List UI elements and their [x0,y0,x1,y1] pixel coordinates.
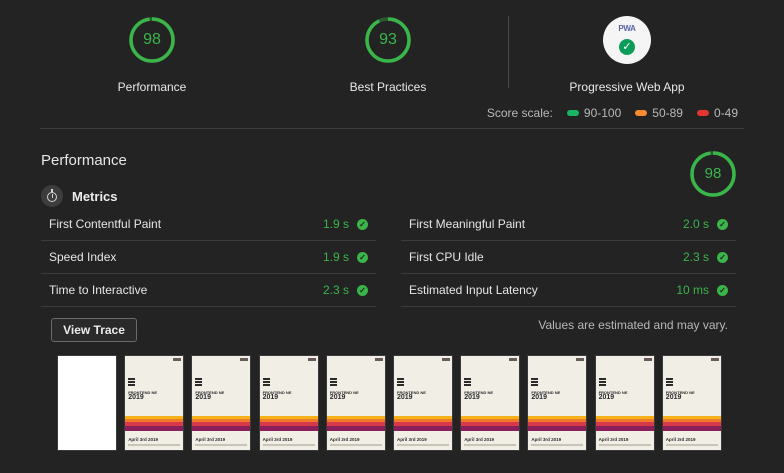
frame-year: 2019 [464,394,480,401]
metric-name: First CPU Idle [409,250,484,264]
metric-row: First Contentful Paint 1.9 s ✓ [41,208,376,241]
frame-date: April 3rd 2019 [397,437,427,442]
frame-date: April 3rd 2019 [128,437,158,442]
category-pwa[interactable]: PWA ✓ Progressive Web App [547,16,707,94]
view-trace-button[interactable]: View Trace [51,318,137,342]
category-divider [508,16,509,88]
score-scale-average: 50-89 [635,106,683,120]
metric-row: Speed Index 1.9 s ✓ [41,241,376,274]
frame-year: 2019 [128,394,144,401]
filmstrip-frame [57,355,117,451]
pwa-label: Progressive Web App [569,80,685,94]
event-logo-icon [195,378,203,387]
section-divider [40,128,744,129]
category-best-practices[interactable]: 93 Best Practices [308,16,468,94]
best-practices-label: Best Practices [349,80,427,94]
check-icon: ✓ [619,39,635,55]
section-score-gauge: 98 [689,150,737,198]
filmstrip-frame: FRONTEND NE 2019 April 3rd 2019 [191,355,252,451]
pwa-badge-icon: PWA ✓ [603,16,651,64]
pass-check-icon: ✓ [717,218,728,230]
average-dot-icon [635,110,648,116]
metric-name: Speed Index [49,250,117,264]
frame-year: 2019 [531,394,547,401]
score-scale-fail-label: 0-49 [713,106,738,120]
performance-label: Performance [117,80,187,94]
metric-value: 10 ms [676,283,709,297]
metric-value: 1.9 s [322,250,349,264]
metric-name: Time to Interactive [49,283,148,297]
event-logo-icon [665,378,673,387]
best-practices-score: 93 [379,31,397,48]
filmstrip-frame: FRONTEND NE 2019 April 3rd 2019 [393,355,453,451]
event-logo-icon [128,378,136,387]
metric-name: First Meaningful Paint [409,217,526,231]
filmstrip-frame: FRONTEND NE 2019 April 3rd 2019 [460,355,521,451]
frame-date: April 3rd 2019 [598,437,629,442]
metric-name: First Contentful Paint [49,217,162,231]
metric-row: Time to Interactive 2.3 s ✓ [41,274,376,307]
estimate-note: Values are estimated and may vary. [538,318,728,332]
metric-value: 2.0 s [682,217,709,231]
frame-year: 2019 [262,394,279,401]
filmstrip-frame: FRONTEND NE 2019 April 3rd 2019 [527,355,588,451]
pass-check-icon: ✓ [357,251,368,263]
filmstrip-frame: FRONTEND NE 2019 April 3rd 2019 [594,355,655,451]
frame-date: April 3rd 2019 [665,437,696,442]
event-logo-icon [262,378,270,387]
frame-date: April 3rd 2019 [329,437,360,442]
event-logo-icon [329,378,337,387]
frame-year: 2019 [598,394,615,401]
section-score: 98 [704,165,722,182]
score-scale-pass: 90-100 [566,106,622,120]
filmstrip-frame: FRONTEND NE 2019 April 3rd 2019 [325,355,386,451]
metric-row: First Meaningful Paint 2.0 s ✓ [401,208,736,241]
metric-row: First CPU Idle 2.3 s ✓ [401,241,736,274]
score-scale-fail: 0-49 [696,106,738,120]
metric-value: 1.9 s [322,217,349,231]
frame-date: April 3rd 2019 [464,437,494,442]
performance-score: 98 [143,31,161,48]
pass-check-icon: ✓ [717,284,728,296]
event-logo-icon [397,378,404,387]
metrics-header: Metrics [41,185,118,207]
metric-row: Estimated Input Latency 10 ms ✓ [401,274,736,307]
frame-date: April 3rd 2019 [531,437,562,442]
filmstrip-frame: FRONTEND NE 2019 April 3rd 2019 [124,355,185,451]
filmstrip-frame: FRONTEND NE 2019 April 3rd 2019 [661,355,722,451]
pass-check-icon: ✓ [357,218,368,230]
fail-dot-icon [696,110,709,116]
frame-date: April 3rd 2019 [262,437,293,442]
metrics-title: Metrics [72,188,118,204]
event-logo-icon [598,378,606,387]
frame-year: 2019 [397,394,413,401]
stopwatch-icon [41,185,63,207]
section-title: Performance [41,152,127,169]
performance-score-gauge: 98 [128,16,176,64]
category-performance[interactable]: 98 Performance [72,16,232,94]
frame-year: 2019 [329,394,346,401]
metric-value: 2.3 s [322,283,349,297]
pass-dot-icon [566,110,579,116]
metric-name: Estimated Input Latency [409,283,538,297]
event-logo-icon [531,378,539,387]
score-scale-pass-label: 90-100 [583,106,622,120]
pass-check-icon: ✓ [717,251,728,263]
best-practices-score-gauge: 93 [364,16,412,64]
frame-year: 2019 [665,394,682,401]
frame-year: 2019 [195,394,211,401]
score-scale-label: Score scale: [486,106,553,120]
score-scale-average-label: 50-89 [652,106,683,120]
pass-check-icon: ✓ [357,284,368,296]
score-scale-legend: Score scale: 90-100 50-89 0-49 [487,106,738,120]
event-logo-icon [464,378,472,387]
metric-value: 2.3 s [682,250,709,264]
pwa-badge-text: PWA [618,24,636,33]
frame-date: April 3rd 2019 [195,437,226,442]
filmstrip-frame: FRONTEND NE 2019 April 3rd 2019 [258,355,319,451]
